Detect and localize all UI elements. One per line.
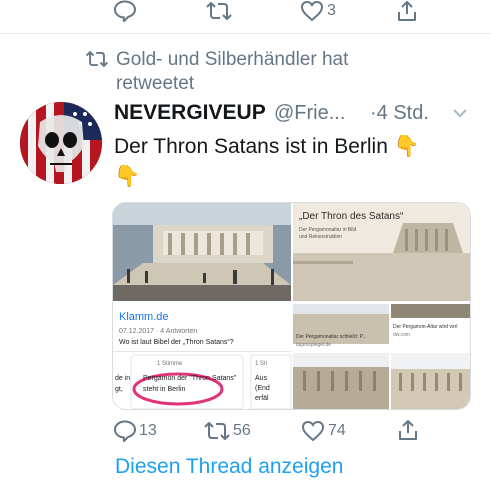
avatar-image xyxy=(20,102,102,184)
retweet-icon xyxy=(206,2,232,20)
reply-count: 13 xyxy=(139,422,157,439)
klamm-meta: 07.12.2017 · 4 Antworten xyxy=(119,328,198,335)
klamm-source-link[interactable]: Klamm.de xyxy=(119,311,169,323)
left-snippet-2: gt, xyxy=(115,386,123,393)
like-icon xyxy=(300,0,324,22)
right-snippet-2: (End xyxy=(255,385,270,392)
show-thread-link[interactable]: Diesen Thread anzeigen xyxy=(115,455,343,479)
tweet-time[interactable]: ·4 Std. xyxy=(370,102,429,125)
share-icon xyxy=(398,1,416,21)
display-name[interactable]: NEVERGIVEUP xyxy=(114,101,266,125)
avatar[interactable] xyxy=(20,102,102,184)
right-caption: Der Pergamon-Altar wird verl xyxy=(393,324,458,330)
reply-icon xyxy=(113,0,137,22)
point-down-emoji: 👇 xyxy=(114,165,141,188)
tweet-text-body: Der Thron Satans ist in Berlin xyxy=(114,135,388,158)
reply-icon xyxy=(113,420,137,442)
share-button-top[interactable] xyxy=(396,0,418,22)
mid-source: tagesspiegel.de xyxy=(296,342,332,348)
klamm-question: Wo ist laut Bibel der „Thron Satans“? xyxy=(119,339,234,346)
retweet-button[interactable] xyxy=(202,421,232,441)
vote-label-2: 1 Sti xyxy=(255,361,268,367)
reply-button[interactable] xyxy=(113,420,137,442)
vote-label: 1 Stimme xyxy=(157,361,183,367)
like-button-top[interactable] xyxy=(300,0,324,22)
retweet-banner-icon-wrap xyxy=(84,50,110,68)
right-snippet-1: Aus xyxy=(255,375,268,382)
share-icon xyxy=(399,420,417,440)
retweet-banner-text[interactable]: Gold- und Silberhändler hat retweetet xyxy=(116,48,396,96)
answer-line-2: steht in Berlin xyxy=(143,386,186,393)
like-count-top: 3 xyxy=(327,2,336,19)
right-snippet-3: erfäl xyxy=(255,395,269,402)
share-button[interactable] xyxy=(397,419,419,441)
user-handle[interactable]: @Frie... xyxy=(274,102,345,125)
retweet-icon xyxy=(85,51,109,67)
left-snippet-1: de in xyxy=(115,375,131,382)
caret-down-icon xyxy=(453,109,467,118)
right-source: dw.com xyxy=(393,332,410,338)
collage-title: „Der Thron des Satans“ xyxy=(299,211,404,222)
answer-line-1: Pergamon der "Thron Satans" xyxy=(143,375,237,382)
tweet-menu-button[interactable] xyxy=(452,106,468,124)
reply-button-top[interactable] xyxy=(113,0,137,22)
tweet-text: Der Thron Satans ist in Berlin 👇 👇 xyxy=(114,132,474,192)
collage-subtitle: Der Pergamonaltar in Bild und Rekonstruk… xyxy=(299,227,357,240)
mid-caption: Der Pergamonaltar schließt: P... xyxy=(296,334,367,340)
media-collage[interactable]: „Der Thron des Satans“ Der Pergamonaltar… xyxy=(112,202,471,410)
like-button[interactable] xyxy=(301,420,325,442)
point-down-emoji: 👇 xyxy=(393,135,420,158)
retweet-button-top[interactable] xyxy=(204,1,234,21)
retweet-count: 56 xyxy=(233,422,251,439)
tweet-divider xyxy=(0,33,491,34)
like-count: 74 xyxy=(328,422,346,439)
like-icon xyxy=(301,420,325,442)
retweet-icon xyxy=(204,422,230,440)
